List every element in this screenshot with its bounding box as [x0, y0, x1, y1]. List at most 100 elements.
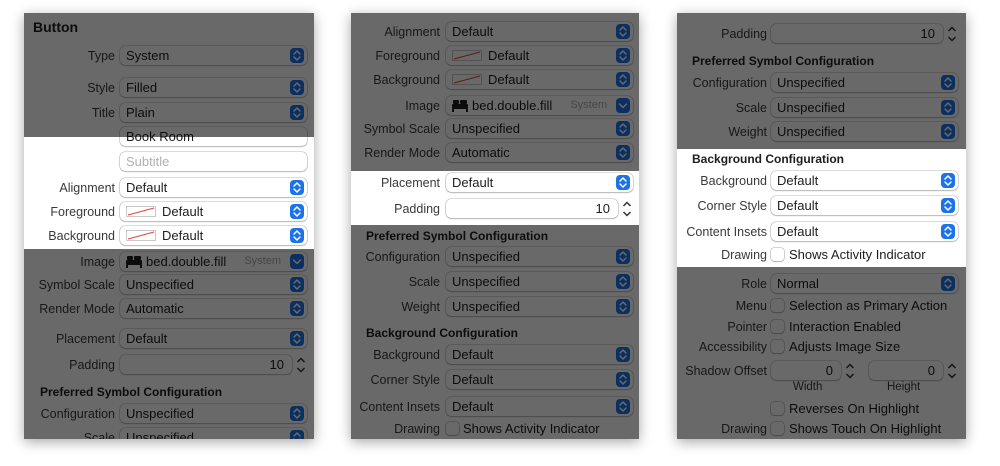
chevron-down-icon	[290, 254, 304, 269]
render-mode-row: Render Mode Automatic	[24, 298, 314, 320]
adjusts-image-size-checkbox[interactable]	[771, 340, 784, 353]
image-label: Image	[80, 255, 115, 269]
image-combo[interactable]: bed.double.fill System	[446, 96, 633, 115]
shows-activity-indicator-label: Shows Activity Indicator	[789, 247, 926, 262]
corner-style-label: Corner Style	[370, 373, 440, 387]
alignment-value: Default	[126, 180, 168, 195]
title-popup[interactable]: Plain	[120, 103, 307, 122]
weight-label: Weight	[728, 125, 767, 139]
shows-touch-on-highlight-checkbox[interactable]	[771, 422, 784, 435]
default-color-swatch-icon	[126, 230, 156, 241]
placement-popup[interactable]: Default	[120, 329, 307, 348]
image-combo[interactable]: bed.double.fill System	[120, 252, 307, 271]
render-mode-value: Automatic	[452, 145, 510, 160]
image-system-tag: System	[244, 255, 281, 267]
style-popup[interactable]: Filled	[120, 78, 307, 97]
shadow-height-field[interactable]: 0	[869, 361, 943, 380]
shadow-width-field[interactable]: 0	[771, 361, 841, 380]
alignment-row: Alignment Default	[24, 177, 314, 199]
background-label: Background	[373, 73, 440, 87]
pointer-row: Pointer Interaction Enabled	[677, 316, 966, 338]
placement-popup[interactable]: Default	[446, 173, 633, 192]
chevron-updown-icon	[290, 48, 304, 63]
padding-field[interactable]: 10	[446, 199, 618, 218]
stepper-icon[interactable]	[622, 200, 632, 218]
title-text-field[interactable]: Book Room	[120, 127, 307, 146]
preferred-symbol-config-header: Preferred Symbol Configuration	[366, 229, 549, 243]
background-popup[interactable]: Default	[446, 70, 633, 89]
configuration-value: Unspecified	[777, 75, 845, 90]
chevron-updown-icon	[290, 430, 304, 439]
bg-background-popup[interactable]: Default	[446, 345, 633, 364]
subtitle-field[interactable]: Subtitle	[120, 152, 307, 171]
interaction-enabled-checkbox[interactable]	[771, 320, 784, 333]
shows-activity-indicator-checkbox[interactable]	[446, 422, 459, 435]
padding-row: Padding 10	[351, 198, 639, 220]
selection-primary-action-checkbox[interactable]	[771, 299, 784, 312]
shows-activity-indicator-label: Shows Activity Indicator	[463, 421, 600, 436]
foreground-label: Foreground	[50, 205, 115, 219]
stepper-icon[interactable]	[947, 25, 957, 43]
weight-row: Weight Unspecified	[351, 296, 639, 318]
reverses-on-highlight-checkbox[interactable]	[771, 402, 784, 415]
scale-value: Unspecified	[126, 430, 194, 439]
content-insets-popup[interactable]: Default	[771, 222, 958, 241]
foreground-popup[interactable]: Default	[446, 46, 633, 65]
content-insets-popup[interactable]: Default	[446, 397, 633, 416]
type-value: System	[126, 48, 170, 63]
chevron-updown-icon	[616, 249, 630, 264]
stepper-icon[interactable]	[845, 362, 855, 380]
weight-popup[interactable]: Unspecified	[771, 122, 958, 141]
image-value: bed.double.fill	[472, 98, 553, 113]
width-caption: Width	[793, 381, 823, 393]
alignment-popup[interactable]: Default	[120, 178, 307, 197]
symbol-scale-popup[interactable]: Unspecified	[446, 119, 633, 138]
type-popup[interactable]: System	[120, 46, 307, 65]
configuration-row: Configuration Unspecified	[24, 403, 314, 425]
bg-background-row: Background Default	[677, 170, 966, 192]
chevron-updown-icon	[290, 301, 304, 316]
render-mode-label: Render Mode	[364, 146, 440, 160]
configuration-value: Unspecified	[452, 249, 520, 264]
bed-icon	[452, 99, 468, 115]
stepper-icon[interactable]	[947, 362, 957, 380]
render-mode-popup[interactable]: Automatic	[446, 143, 633, 162]
shows-activity-indicator-checkbox[interactable]	[771, 248, 784, 261]
padding-field[interactable]: 10	[120, 355, 292, 374]
corner-style-value: Default	[452, 372, 494, 387]
scale-value: Unspecified	[452, 274, 520, 289]
scale-popup[interactable]: Unspecified	[120, 428, 307, 439]
configuration-popup[interactable]: Unspecified	[120, 404, 307, 423]
foreground-row: Foreground Default	[24, 201, 314, 223]
render-mode-popup[interactable]: Automatic	[120, 299, 307, 318]
corner-style-popup[interactable]: Default	[446, 370, 633, 389]
accessibility-label: Accessibility	[698, 340, 767, 354]
foreground-popup[interactable]: Default	[120, 202, 307, 221]
configuration-popup[interactable]: Unspecified	[771, 73, 958, 92]
reverses-on-highlight-label: Reverses On Highlight	[789, 401, 920, 416]
configuration-popup[interactable]: Unspecified	[446, 247, 633, 266]
configuration-label: Configuration	[365, 250, 440, 264]
alignment-label: Alignment	[59, 181, 115, 195]
drawing-row: Drawing Shows Activity Indicator	[351, 418, 639, 439]
accessibility-row: Accessibility Adjusts Image Size	[677, 336, 966, 358]
foreground-value: Default	[488, 48, 530, 63]
scale-popup[interactable]: Unspecified	[771, 98, 958, 117]
inspector-panel-1: Button Type System Style Filled Title Pl…	[24, 13, 314, 439]
bg-background-popup[interactable]: Default	[771, 171, 958, 190]
stepper-icon[interactable]	[296, 356, 306, 374]
scale-label: Scale	[735, 101, 767, 115]
background-popup[interactable]: Default	[120, 226, 307, 245]
weight-popup[interactable]: Unspecified	[446, 297, 633, 316]
weight-row: Weight Unspecified	[677, 121, 966, 143]
symbol-scale-row: Symbol Scale Unspecified	[24, 274, 314, 296]
title-value: Plain	[126, 105, 155, 120]
scale-popup[interactable]: Unspecified	[446, 272, 633, 291]
padding-field[interactable]: 10	[771, 24, 943, 43]
drawing-label: Drawing	[394, 422, 440, 436]
alignment-popup[interactable]: Default	[446, 22, 633, 41]
menu-row: Menu Selection as Primary Action	[677, 295, 966, 317]
corner-style-popup[interactable]: Default	[771, 196, 958, 215]
role-popup[interactable]: Normal	[771, 274, 958, 293]
symbol-scale-popup[interactable]: Unspecified	[120, 275, 307, 294]
